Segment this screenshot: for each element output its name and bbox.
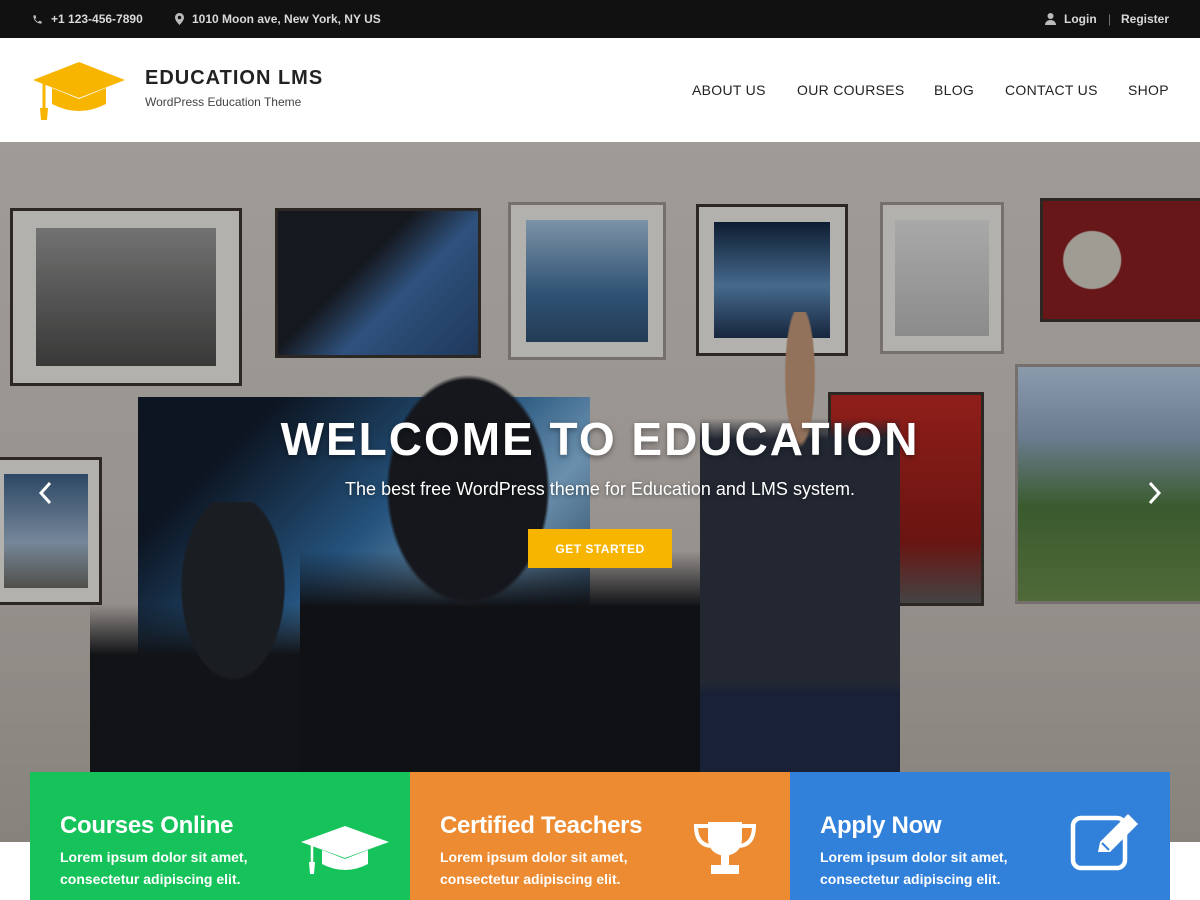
hero-slider: WELCOME TO EDUCATION The best free WordP… — [0, 142, 1200, 842]
contact-address: 1010 Moon ave, New York, NY US — [175, 0, 381, 38]
graduation-cap-icon[interactable] — [32, 60, 126, 122]
login-link[interactable]: Login — [1045, 0, 1097, 38]
feature-title[interactable]: Courses Online — [60, 812, 233, 840]
graduation-cap-icon — [301, 826, 389, 874]
phone-text: +1 123-456-7890 — [51, 12, 143, 26]
topbar-separator: | — [1108, 12, 1112, 26]
login-label[interactable]: Login — [1064, 12, 1097, 26]
nav-contact-us[interactable]: CONTACT US — [1005, 82, 1098, 98]
hero-title: WELCOME TO EDUCATION — [280, 413, 920, 465]
feature-text: Lorem ipsum dolor sit amet, consectetur … — [60, 849, 248, 887]
nav-our-courses[interactable]: OUR COURSES — [797, 82, 905, 98]
trophy-icon — [693, 822, 757, 874]
feature-text: Lorem ipsum dolor sit amet, consectetur … — [440, 849, 628, 887]
nav-shop[interactable]: SHOP — [1128, 82, 1169, 98]
register-label[interactable]: Register — [1121, 12, 1169, 26]
contact-phone: +1 123-456-7890 — [32, 0, 143, 38]
nav-shop-label[interactable]: SHOP — [1128, 82, 1169, 98]
site-title[interactable]: EDUCATION LMS — [145, 67, 323, 90]
feature-apply-now[interactable]: Apply Now Lorem ipsum dolor sit amet, co… — [790, 772, 1170, 900]
feature-title[interactable]: Certified Teachers — [440, 812, 643, 840]
feature-certified-teachers[interactable]: Certified Teachers Lorem ipsum dolor sit… — [410, 772, 790, 900]
nav-contact-us-label[interactable]: CONTACT US — [1005, 82, 1098, 98]
feature-courses-online[interactable]: Courses Online Lorem ipsum dolor sit ame… — [30, 772, 410, 900]
nav-blog-label[interactable]: BLOG — [934, 82, 974, 98]
address-text: 1010 Moon ave, New York, NY US — [192, 12, 381, 26]
user-icon — [1045, 13, 1056, 25]
nav-about-us[interactable]: ABOUT US — [692, 82, 766, 98]
edit-icon — [1070, 814, 1138, 871]
register-link[interactable]: Register — [1121, 0, 1169, 38]
top-bar: +1 123-456-7890 1010 Moon ave, New York,… — [0, 0, 1200, 38]
nav-our-courses-label[interactable]: OUR COURSES — [797, 82, 905, 98]
map-pin-icon — [175, 13, 184, 25]
hero-subtitle: The best free WordPress theme for Educat… — [345, 479, 855, 499]
feature-text: Lorem ipsum dolor sit amet, consectetur … — [820, 849, 1008, 887]
feature-title[interactable]: Apply Now — [820, 812, 942, 840]
nav-about-us-label[interactable]: ABOUT US — [692, 82, 766, 98]
nav-blog[interactable]: BLOG — [934, 82, 974, 98]
site-tagline: WordPress Education Theme — [145, 95, 302, 109]
get-started-button[interactable]: GET STARTED — [528, 529, 672, 568]
phone-icon — [33, 14, 42, 24]
site-header: EDUCATION LMS WordPress Education Theme … — [0, 38, 1200, 142]
